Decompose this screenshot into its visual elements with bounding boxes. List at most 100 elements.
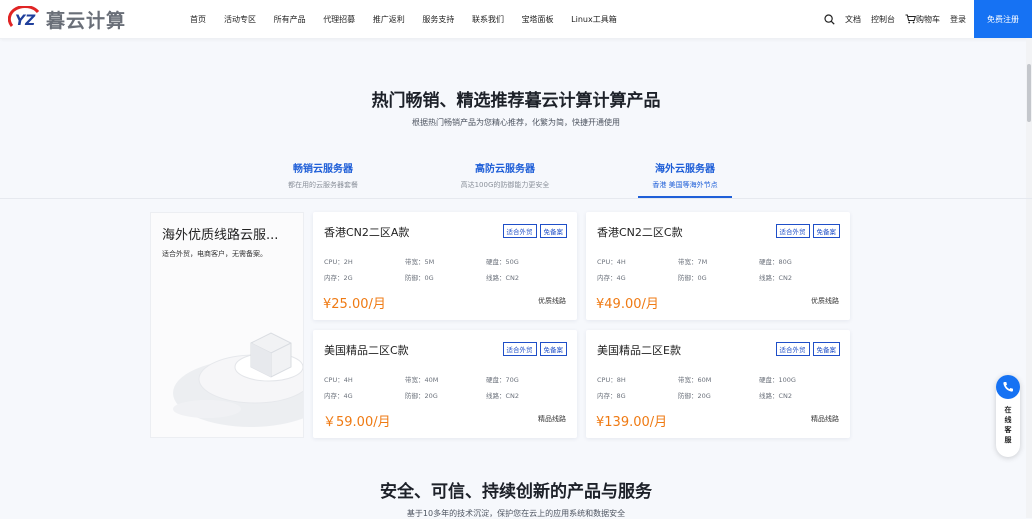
promo-title: 海外优质线路云服... (162, 228, 279, 243)
online-service-widget[interactable]: 在 线 客 服 (996, 375, 1020, 457)
product-card[interactable]: 美国精品二区E款 适合外贸 免备案 CPU：8H 带宽：60M 硬盘：100G … (586, 330, 850, 438)
active-tab-indicator (638, 196, 732, 198)
product-price: ¥49.00/月 (596, 297, 659, 312)
spec-disk: 硬盘：70G (486, 376, 519, 384)
product-card[interactable]: 美国精品二区C款 适合外贸 免备案 CPU：4H 带宽：40M 硬盘：70G 内… (313, 330, 577, 438)
logo-text: 暮云计算 (46, 9, 127, 32)
online-service-label: 在 线 客 服 (996, 405, 1020, 445)
section-subtitle: 根据热门畅销产品为您精心推荐，化繁为简，快捷开通使用 (412, 118, 620, 127)
spec-defense: 防御：0G (405, 274, 434, 282)
section2-subtitle: 基于10多年的技术沉淀，保护您在云上的应用系统和数据安全 (406, 509, 626, 518)
tab-desc: 高达100G的防御能力更安全 (460, 181, 550, 189)
top-navbar: YZ 暮云计算 首页 活动专区 所有产品 代理招募 推广返利 服务支持 联系我们… (0, 0, 1032, 39)
spec-defense: 防御：20G (678, 392, 711, 400)
product-badges: 适合外贸 免备案 (773, 342, 840, 356)
spec-cpu: CPU：4H (597, 258, 626, 266)
cart-icon (905, 14, 916, 24)
badge-foreign-trade: 适合外贸 (775, 342, 810, 356)
spec-ram: 内存：4G (324, 392, 353, 400)
line-tag: 优质线路 (538, 297, 566, 305)
spec-ram: 内存：4G (597, 274, 626, 282)
spec-bandwidth: 带宽：7M (678, 258, 708, 266)
badge-no-filing: 免备案 (812, 342, 840, 356)
product-price: ¥139.00/月 (596, 415, 668, 430)
product-card[interactable]: 香港CN2二区C款 适合外贸 免备案 CPU：4H 带宽：7M 硬盘：80G 内… (586, 212, 850, 320)
main-nav: 首页 活动专区 所有产品 代理招募 推广返利 服务支持 联系我们 宝塔面板 Li… (190, 0, 634, 38)
badge-foreign-trade: 适合外贸 (502, 224, 537, 238)
section-title: 热门畅销、精选推荐暮云计算计算产品 (371, 91, 661, 111)
service-label-char: 客 (1004, 426, 1012, 434)
tab-title: 畅销云服务器 (293, 164, 353, 175)
badge-foreign-trade: 适合外贸 (502, 342, 537, 356)
nav-item-support[interactable]: 服务支持 (422, 14, 454, 25)
spec-line: 线路：CN2 (759, 392, 793, 400)
product-name: 香港CN2二区C款 (597, 226, 683, 239)
console-link[interactable]: 控制台 (871, 14, 895, 25)
header-tools: 文档 控制台 购物车 登录 (814, 0, 966, 38)
nav-item-referral[interactable]: 推广返利 (373, 14, 405, 25)
cart-label: 购物车 (916, 14, 940, 24)
tab-desc: 都在用的云服务器套餐 (288, 181, 358, 189)
spec-line: 线路：CN2 (486, 392, 520, 400)
service-label-char: 在 (1004, 406, 1012, 414)
product-name: 美国精品二区E款 (597, 344, 681, 357)
badge-no-filing: 免备案 (812, 224, 840, 238)
tab-title: 海外云服务器 (655, 164, 715, 175)
docs-link[interactable]: 文档 (845, 14, 861, 25)
phone-icon (996, 375, 1020, 399)
product-badges: 适合外贸 免备案 (500, 342, 567, 356)
nav-item-linux-toolbox[interactable]: Linux工具箱 (571, 14, 617, 25)
spec-cpu: CPU：4H (324, 376, 353, 384)
product-name: 香港CN2二区A款 (324, 226, 410, 239)
line-tag: 优质线路 (811, 297, 839, 305)
site-logo[interactable]: YZ 暮云计算 (7, 4, 127, 33)
tab-desc: 香港 美国等海外节点 (652, 181, 718, 189)
tab-title: 高防云服务器 (475, 164, 535, 175)
promo-subtitle: 适合外贸，电商客户，无需备案。 (162, 250, 267, 258)
badge-foreign-trade: 适合外贸 (775, 224, 810, 238)
tab-ddos-protection[interactable]: 高防云服务器 高达100G的防御能力更安全 (430, 160, 580, 190)
spec-bandwidth: 带宽：60M (678, 376, 712, 384)
product-card[interactable]: 香港CN2二区A款 适合外贸 免备案 CPU：2H 带宽：5M 硬盘：50G 内… (313, 212, 577, 320)
nav-item-bt-panel[interactable]: 宝塔面板 (522, 14, 554, 25)
line-tag: 精品线路 (811, 415, 839, 423)
section2-title: 安全、可信、持续创新的产品与服务 (380, 482, 652, 502)
logo-mark-icon: YZ (7, 4, 44, 32)
tab-bestseller[interactable]: 畅销云服务器 都在用的云服务器套餐 (248, 160, 398, 190)
spec-ram: 内存：2G (324, 274, 353, 282)
spec-bandwidth: 带宽：40M (405, 376, 439, 384)
spec-cpu: CPU：8H (597, 376, 626, 384)
cart-link[interactable]: 购物车 (905, 14, 940, 25)
nav-item-contact[interactable]: 联系我们 (472, 14, 504, 25)
service-label-char: 线 (1004, 416, 1012, 424)
spec-defense: 防御：0G (678, 274, 707, 282)
spec-line: 线路：CN2 (486, 274, 520, 282)
svg-text:YZ: YZ (15, 13, 36, 29)
promo-card[interactable]: 海外优质线路云服... 适合外贸，电商客户，无需备案。 (150, 212, 304, 438)
nav-item-activities[interactable]: 活动专区 (224, 14, 256, 25)
badge-no-filing: 免备案 (539, 342, 567, 356)
free-register-button[interactable]: 免费注册 (974, 0, 1032, 38)
product-badges: 适合外贸 免备案 (500, 224, 567, 238)
spec-cpu: CPU：2H (324, 258, 353, 266)
spec-line: 线路：CN2 (759, 274, 793, 282)
login-link[interactable]: 登录 (950, 14, 966, 25)
spec-disk: 硬盘：80G (759, 258, 792, 266)
spec-disk: 硬盘：50G (486, 258, 519, 266)
spec-disk: 硬盘：100G (759, 376, 796, 384)
search-icon[interactable] (824, 13, 835, 25)
line-tag: 精品线路 (538, 415, 566, 423)
product-price: ¥25.00/月 (323, 297, 386, 312)
product-price: ￥59.00/月 (323, 415, 391, 430)
product-name: 美国精品二区C款 (324, 344, 409, 357)
product-tabs: 畅销云服务器 都在用的云服务器套餐 高防云服务器 高达100G的防御能力更安全 … (0, 152, 1032, 199)
spec-bandwidth: 带宽：5M (405, 258, 435, 266)
nav-item-all-products[interactable]: 所有产品 (274, 14, 306, 25)
nav-item-agent-recruit[interactable]: 代理招募 (323, 14, 355, 25)
service-label-char: 服 (1004, 436, 1012, 444)
spec-ram: 内存：8G (597, 392, 626, 400)
badge-no-filing: 免备案 (539, 224, 567, 238)
nav-item-home[interactable]: 首页 (190, 14, 206, 25)
spec-defense: 防御：20G (405, 392, 438, 400)
tab-overseas[interactable]: 海外云服务器 香港 美国等海外节点 (610, 160, 760, 190)
